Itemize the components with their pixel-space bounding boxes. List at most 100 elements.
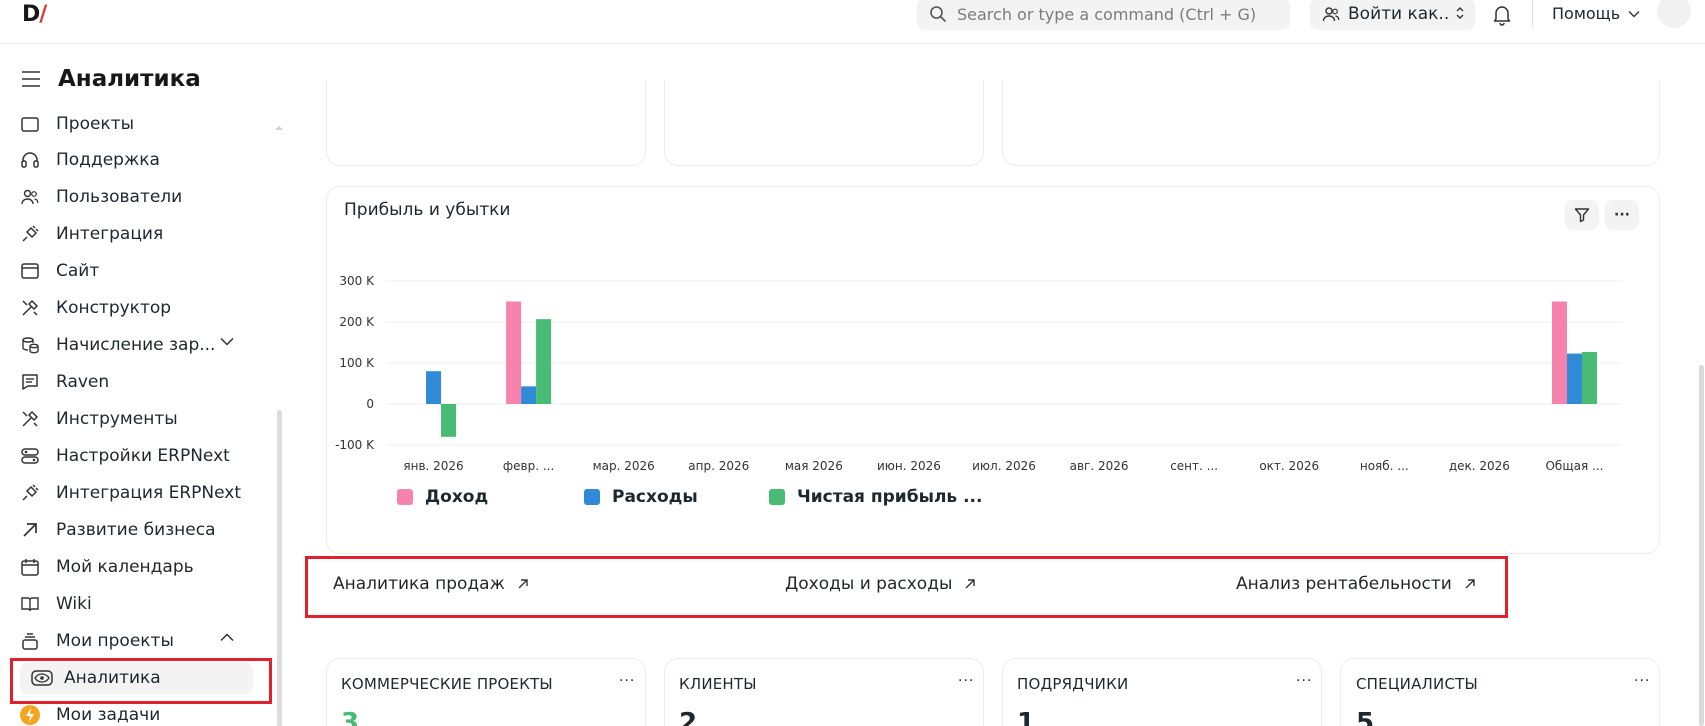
chart-bar[interactable]: [1581, 351, 1597, 404]
x-tick-label: июн. 2026: [877, 459, 941, 473]
legend-item[interactable]: Доход: [397, 487, 488, 507]
x-tick-label: янв. 2026: [403, 459, 463, 473]
tools-icon: [18, 407, 42, 431]
book-icon: [18, 592, 42, 616]
sidebar-item-my-projects[interactable]: Мои проекты: [18, 625, 258, 657]
calendar-icon: [18, 555, 42, 579]
help-dropdown[interactable]: Помощь: [1552, 4, 1640, 23]
chevron-down-icon: [1628, 10, 1640, 17]
chart-bar[interactable]: [1551, 301, 1567, 405]
sidebar-toggle-icon[interactable]: [20, 70, 42, 88]
arrow-up-right-icon: [18, 518, 42, 542]
external-link-icon: [1465, 579, 1475, 589]
impersonate-button[interactable]: Войти как..: [1310, 0, 1475, 30]
link-income-expenses[interactable]: Доходы и расходы: [785, 574, 976, 594]
browser-icon: [18, 259, 42, 283]
chart-bar[interactable]: [506, 301, 522, 405]
legend-label: Чистая прибыль ...: [797, 487, 983, 507]
sidebar-item-builder[interactable]: Конструктор: [18, 292, 258, 324]
plug-icon: [18, 222, 42, 246]
chevron-up-icon[interactable]: [220, 633, 234, 642]
chart-more-button[interactable]: ···: [1605, 200, 1639, 230]
highlight-box-sidebar: [10, 658, 272, 704]
chart-bar[interactable]: [521, 386, 537, 404]
sidebar-item-support[interactable]: Поддержка: [18, 144, 258, 176]
summary-card: [664, 80, 984, 166]
chart-filter-button[interactable]: [1565, 200, 1599, 230]
number-card-value: 5: [1356, 708, 1375, 726]
sidebar-item-erpnext-integration[interactable]: Интеграция ERPNext: [18, 477, 258, 509]
sidebar-item-users[interactable]: Пользователи: [18, 181, 258, 213]
number-card-value: 1: [1017, 708, 1036, 726]
chat-icon: [18, 370, 42, 394]
card-menu-button[interactable]: ···: [1296, 673, 1312, 689]
user-avatar[interactable]: [1657, 0, 1691, 28]
sidebar-item-business-development[interactable]: Развитие бизнеса: [18, 514, 258, 546]
sidebar-scroll-up-icon[interactable]: [274, 124, 284, 132]
chart-bar[interactable]: [536, 319, 552, 404]
folder-icon: [18, 112, 42, 136]
legend-swatch: [769, 489, 785, 505]
chart-bar[interactable]: [441, 404, 457, 437]
card-menu-button[interactable]: ···: [958, 673, 974, 689]
x-tick-label: Общая ...: [1545, 459, 1603, 473]
up-down-icon: [1456, 7, 1464, 19]
external-link-icon: [518, 579, 528, 589]
number-card-title: КОММЕРЧЕСКИЕ ПРОЕКТЫ: [341, 675, 553, 693]
link-profitability-analysis[interactable]: Анализ рентабельности: [1236, 574, 1476, 594]
legend-item[interactable]: Расходы: [584, 487, 698, 507]
main-scrollbar[interactable]: [1699, 365, 1704, 726]
chart-bar[interactable]: [1566, 353, 1582, 404]
users-icon: [18, 185, 42, 209]
sidebar-item-integration[interactable]: Интеграция: [18, 218, 258, 250]
plug-icon: [18, 481, 42, 505]
chart-bar[interactable]: [426, 371, 442, 404]
x-tick-label: сент. ...: [1170, 459, 1218, 473]
number-card-value: 2: [679, 708, 698, 726]
card-menu-button[interactable]: ···: [619, 673, 635, 689]
help-label: Помощь: [1552, 4, 1621, 23]
external-link-icon: [965, 579, 976, 589]
chart-title: Прибыль и убытки: [344, 200, 511, 220]
search-bar[interactable]: [917, 0, 1290, 30]
sidebar-item-erpnext-settings[interactable]: Настройки ERPNext: [18, 440, 258, 472]
x-tick-label: мар. 2026: [593, 459, 655, 473]
number-card-value: 3: [341, 708, 360, 726]
y-tick-label: -100 K: [335, 438, 375, 452]
legend-swatch: [584, 489, 600, 505]
stack-icon: [18, 629, 42, 653]
x-tick-label: дек. 2026: [1449, 459, 1510, 473]
number-card-title: СПЕЦИАЛИСТЫ: [1356, 675, 1478, 693]
sidebar-item-payroll[interactable]: Начисление зар...: [18, 329, 258, 361]
sidebar-scrollbar[interactable]: [277, 410, 282, 726]
settings-icon: [18, 444, 42, 468]
x-tick-label: февр. ...: [503, 459, 554, 473]
chevron-down-icon[interactable]: [220, 337, 234, 346]
sidebar-item-website[interactable]: Сайт: [18, 255, 258, 287]
sidebar-item-wiki[interactable]: Wiki: [18, 588, 258, 620]
page-header: Аналитика: [20, 66, 201, 92]
sidebar-item-projects[interactable]: Проекты: [18, 112, 258, 140]
card-menu-button[interactable]: ···: [1634, 673, 1650, 689]
summary-card: [1002, 80, 1660, 166]
y-tick-label: 200 K: [339, 315, 375, 329]
legend-label: Доход: [425, 487, 489, 507]
legend-item[interactable]: Чистая прибыль ...: [769, 487, 982, 507]
coins-icon: [18, 333, 42, 357]
sidebar-item-my-calendar[interactable]: Мой календарь: [18, 551, 258, 583]
y-tick-label: 0: [366, 397, 374, 411]
sidebar-item-tools[interactable]: Инструменты: [18, 403, 258, 435]
sidebar-item-raven[interactable]: Raven: [18, 366, 258, 398]
more-icon: ···: [1614, 207, 1630, 223]
navbar-divider: [1532, 0, 1533, 28]
app-logo[interactable]: D/: [22, 2, 47, 27]
notification-bell-icon[interactable]: [1492, 4, 1512, 26]
y-tick-label: 300 K: [339, 274, 375, 288]
sidebar: Проекты Поддержка Пользователи Интеграци…: [0, 112, 290, 726]
lightning-icon: [18, 703, 42, 726]
link-sales-analytics[interactable]: Аналитика продаж: [333, 574, 529, 594]
x-tick-label: окт. 2026: [1259, 459, 1319, 473]
headset-icon: [18, 148, 42, 172]
search-icon: [930, 6, 946, 22]
search-input[interactable]: [957, 4, 1277, 24]
